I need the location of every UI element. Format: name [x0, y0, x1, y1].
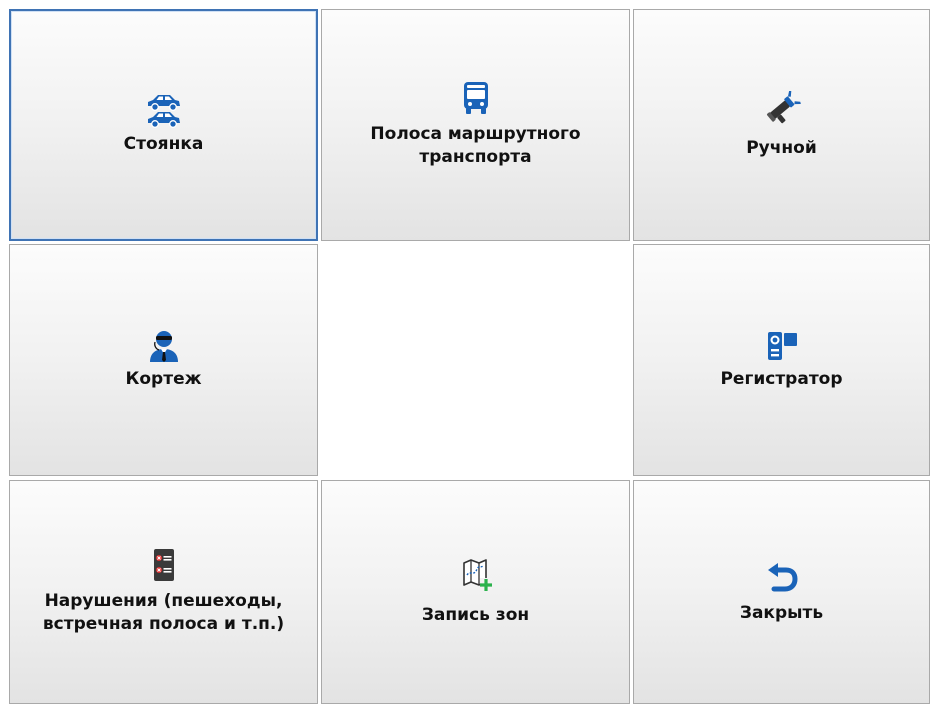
manual-button[interactable]: Ручной: [633, 9, 930, 241]
manual-label: Ручной: [746, 137, 817, 158]
cars-icon: [144, 94, 184, 128]
close-button[interactable]: Закрыть: [633, 480, 930, 704]
violations-label: Нарушения (пешеходы, встречная полоса и …: [42, 591, 285, 634]
zone-record-button[interactable]: Запись зон: [321, 480, 630, 704]
back-arrow-icon: [762, 560, 802, 594]
radar-gun-icon: [762, 90, 802, 125]
recorder-button[interactable]: Регистратор: [633, 244, 930, 476]
bus-lane-button[interactable]: Полоса маршрутного транспорта: [321, 9, 630, 241]
motorcade-button[interactable]: Кортеж: [9, 244, 318, 476]
map-add-icon: [456, 558, 496, 592]
violations-button[interactable]: Нарушения (пешеходы, встречная полоса и …: [9, 480, 318, 704]
camcorder-icon: [762, 329, 802, 363]
zone-record-label: Запись зон: [421, 604, 530, 625]
motorcade-label: Кортеж: [125, 369, 202, 389]
close-label: Закрыть: [739, 602, 824, 623]
parking-button[interactable]: Стоянка: [9, 9, 318, 241]
bus-lane-label: Полоса маршрутного транспорта: [370, 124, 581, 167]
violations-list-icon: [144, 548, 184, 582]
agent-icon: [144, 329, 184, 363]
bus-icon: [456, 81, 496, 115]
parking-label: Стоянка: [123, 134, 204, 154]
recorder-label: Регистратор: [720, 369, 843, 389]
